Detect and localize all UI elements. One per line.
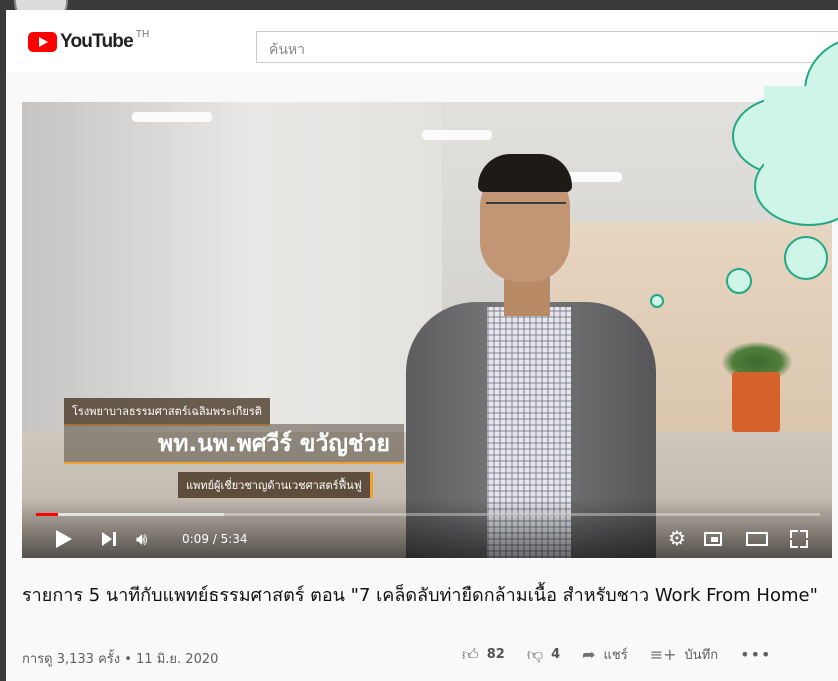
thought-bubble-cloud [724, 36, 838, 236]
share-label: แชร์ [603, 648, 628, 663]
dislike-count: 4 [551, 647, 561, 662]
logo-text: YouTube [60, 31, 134, 52]
settings-gear-icon[interactable]: ⚙ [668, 526, 686, 550]
planter [732, 372, 780, 432]
ceiling-light [132, 112, 212, 122]
view-count-date: การดู 3,133 ครั้ง • 11 มิ.ย. 2020 [22, 652, 219, 667]
progress-played [36, 513, 58, 516]
more-options-icon[interactable]: ••• [740, 645, 771, 664]
theater-mode-button[interactable] [746, 532, 768, 546]
dislike-button[interactable]: 👎︎ 4 [527, 645, 560, 665]
miniplayer-button[interactable] [704, 532, 722, 546]
volume-icon[interactable]: 🔊︎ [136, 529, 147, 550]
fullscreen-button[interactable] [790, 530, 808, 548]
caption-role: แพทย์ผู้เชี่ยวชาญด้านเวชศาสตร์ฟื้นฟู [178, 472, 373, 498]
presenter-glasses [486, 202, 566, 218]
youtube-play-icon [28, 32, 57, 52]
caption-organization: โรงพยาบาลธรรมศาสตร์เฉลิมพระเกียรติ [64, 398, 270, 426]
like-count: 82 [486, 647, 505, 662]
logo-region: TH [135, 29, 150, 40]
share-arrow-icon: ➦ [582, 645, 596, 664]
like-button[interactable]: 👍︎ 82 [462, 645, 505, 665]
video-player[interactable]: โรงพยาบาลธรรมศาสตร์เฉลิมพระเกียรติ พท.นพ… [22, 102, 832, 558]
youtube-logo[interactable]: YouTube TH [28, 29, 150, 54]
save-label: บันทึก [684, 648, 719, 663]
thought-bubble-small [650, 294, 664, 308]
video-title: รายการ 5 นาทีกับแพทย์ธรรมศาสตร์ ตอน "7 เ… [22, 585, 818, 606]
thumbs-down-icon: 👎︎ [526, 644, 544, 664]
presenter-hair [478, 154, 572, 192]
save-button[interactable]: ≡+ บันทึก [650, 644, 718, 665]
action-bar: 👍︎ 82 👎︎ 4 ➦ แชร์ ≡+ บันทึก ••• [462, 644, 771, 665]
time-display: 0:09 / 5:34 [182, 532, 248, 546]
progress-bar[interactable] [36, 513, 820, 516]
thought-bubble-large [784, 236, 828, 280]
play-button[interactable] [56, 530, 72, 548]
share-button[interactable]: ➦ แชร์ [582, 644, 628, 665]
thought-bubble-medium [726, 268, 752, 294]
caption-name: พท.นพ.พศวีร์ ขวัญช่วย [64, 424, 404, 464]
masthead: YouTube TH ค้นหา [6, 10, 838, 72]
next-button[interactable] [102, 532, 116, 546]
progress-buffered [36, 513, 225, 516]
playlist-add-icon: ≡+ [649, 645, 677, 664]
ceiling-light [422, 130, 492, 140]
thumbs-up-icon: 👍︎ [462, 644, 479, 664]
youtube-window: YouTube TH ค้นหา โรงพยาบาลธรรมศาสตร์เฉลิ… [6, 10, 838, 681]
